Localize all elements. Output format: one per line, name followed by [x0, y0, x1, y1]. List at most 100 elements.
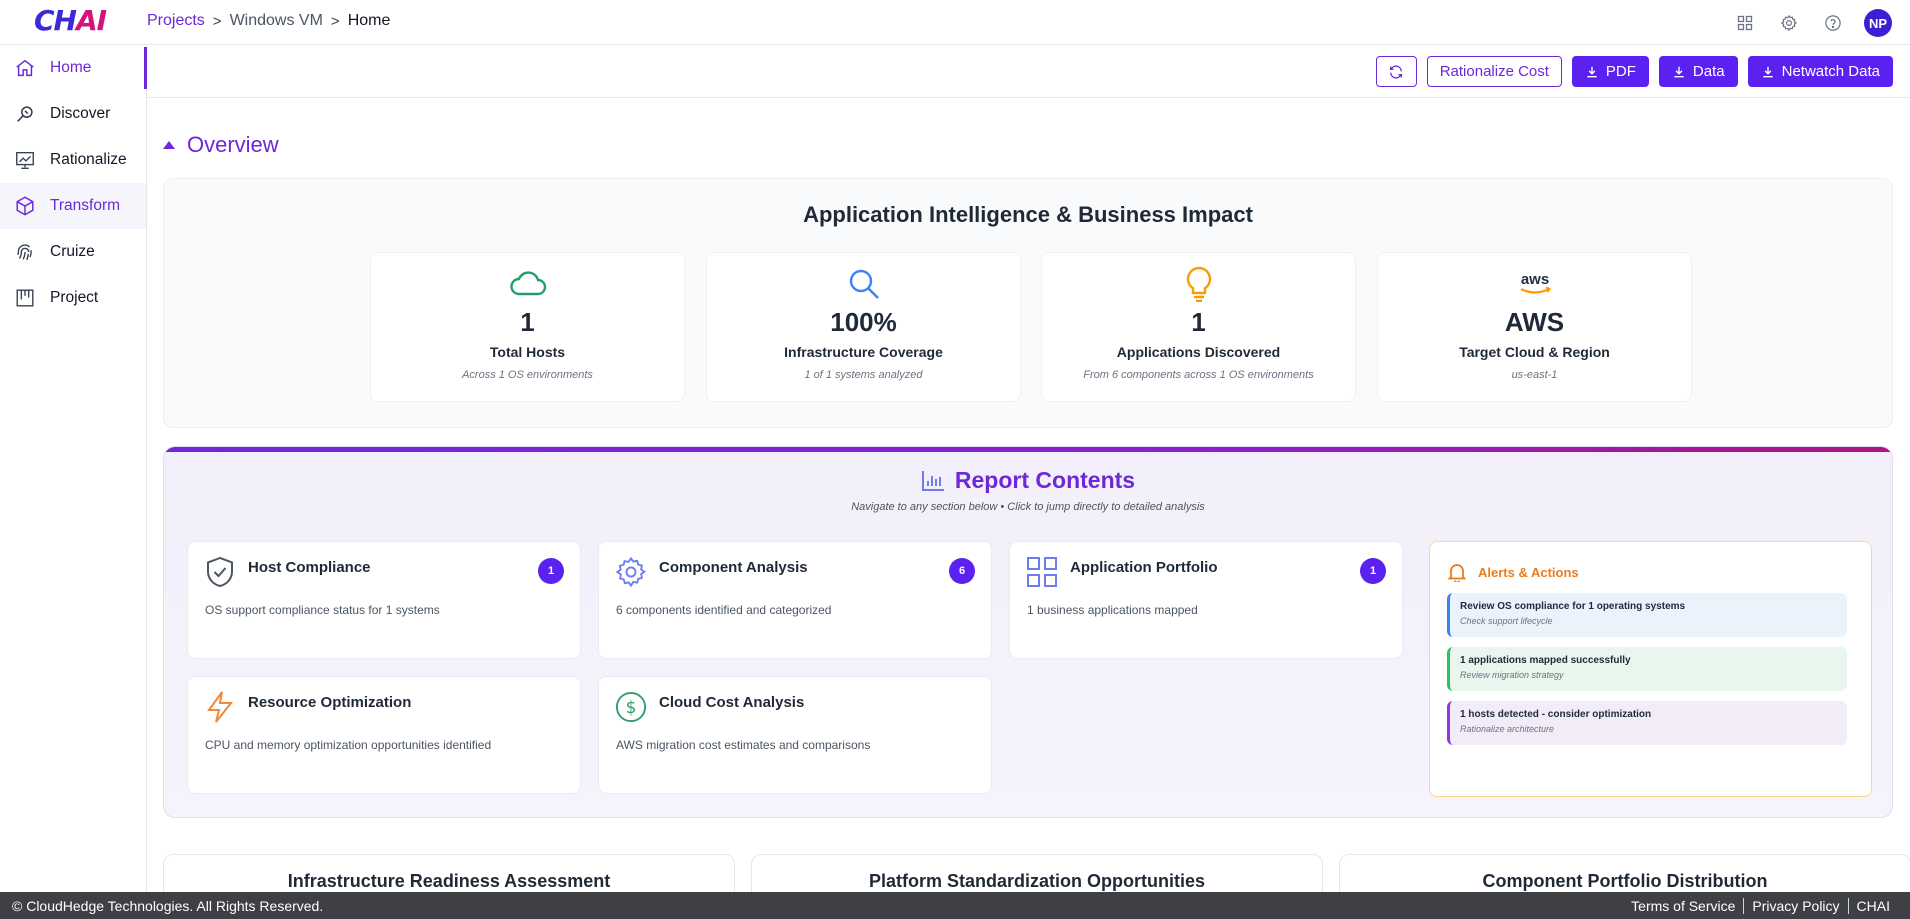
sidebar-item-label: Rationalize [50, 151, 127, 168]
sidebar-item-label: Project [50, 289, 99, 306]
user-avatar[interactable]: NP [1864, 9, 1892, 37]
alerts-actions-panel: Alerts & Actions Review OS compliance fo… [1429, 541, 1872, 797]
report-card-desc: 1 business applications mapped [1027, 603, 1198, 617]
alert-title: Review OS compliance for 1 operating sys… [1460, 601, 1686, 612]
data-download-button[interactable]: Data [1658, 56, 1738, 87]
section-title: Platform Standardization Opportunities [868, 871, 1205, 891]
grid-icon [1026, 556, 1058, 588]
report-card-desc: 6 components identified and categorized [616, 603, 832, 617]
help-icon[interactable] [1820, 10, 1846, 36]
search-icon [707, 267, 1020, 301]
privacy-link[interactable]: Privacy Policy [1744, 898, 1847, 914]
sidebar-item-project[interactable]: Project [0, 275, 146, 321]
breadcrumb: Projects > Windows VM > Home [147, 12, 390, 30]
caret-up-icon [163, 141, 175, 149]
aws-logo-icon: aws [1378, 267, 1691, 301]
sidebar-item-rationalize[interactable]: Rationalize [0, 137, 146, 183]
netwatch-download-button[interactable]: Netwatch Data [1747, 56, 1893, 87]
sidebar-item-transform[interactable]: Transform [0, 183, 146, 229]
component-portfolio-card: Component Portfolio Distribution [1339, 854, 1910, 892]
sidebar-item-label: Transform [50, 197, 121, 214]
chai-link[interactable]: CHAI [1849, 898, 1898, 914]
report-card-cloud-cost-analysis[interactable]: $ Cloud Cost Analysis AWS migration cost… [598, 676, 992, 794]
metric-target-cloud: aws AWS Target Cloud & Region us-east-1 [1377, 252, 1692, 402]
report-card-title: Application Portfolio [1070, 559, 1218, 576]
impact-panel: Application Intelligence & Business Impa… [163, 178, 1893, 428]
cloud-icon [371, 267, 684, 301]
chevron-right-icon: > [212, 12, 222, 30]
download-icon [1587, 66, 1597, 77]
report-title: Report Contents [164, 467, 1892, 494]
alert-item[interactable]: 1 hosts detected - consider optimization… [1447, 701, 1847, 745]
report-card-component-analysis[interactable]: Component Analysis 6 components identifi… [598, 541, 992, 659]
main-content: Overview Application Intelligence & Busi… [147, 98, 1910, 892]
metric-value: 100% [830, 307, 897, 337]
sidebar-item-cruize[interactable]: Cruize [0, 229, 146, 275]
report-card-desc: AWS migration cost estimates and compari… [616, 738, 871, 752]
metric-applications-discovered: 1 Applications Discovered From 6 compone… [1041, 252, 1356, 402]
breadcrumb-project[interactable]: Windows VM [230, 12, 323, 30]
sidebar-item-label: Home [50, 59, 92, 76]
alert-title: 1 applications mapped successfully [1460, 655, 1631, 666]
sidebar-item-home[interactable]: Home [0, 45, 147, 91]
breadcrumb-current: Home [347, 12, 391, 29]
grid-icon[interactable] [1732, 10, 1758, 36]
metric-subtext: us-east-1 [1511, 369, 1558, 381]
action-bar: Rationalize Cost PDF Data Netwatch Data [147, 46, 1910, 98]
refresh-icon [1390, 64, 1403, 79]
report-card-title: Cloud Cost Analysis [659, 694, 805, 711]
metric-label: Total Hosts [489, 344, 566, 360]
pdf-label: PDF [1605, 63, 1636, 80]
overview-toggle[interactable]: Overview [163, 132, 279, 158]
download-icon [1674, 66, 1684, 77]
cube-icon [14, 195, 36, 217]
refresh-button[interactable] [1375, 56, 1417, 87]
pdf-download-button[interactable]: PDF [1571, 56, 1649, 87]
alert-subtext: Rationalize architecture [1460, 724, 1555, 734]
chai-logo[interactable]: CHAI [34, 4, 107, 37]
count-badge: 6 [949, 558, 975, 584]
metric-subtext: 1 of 1 systems analyzed [804, 369, 923, 381]
count-badge: 1 [538, 558, 564, 584]
alert-subtext: Check support lifecycle [1460, 616, 1553, 626]
bar-chart-icon [921, 470, 944, 491]
report-card-application-portfolio[interactable]: Application Portfolio 1 business applica… [1009, 541, 1403, 659]
top-bar: CHAI Projects > Windows VM > Home NP [0, 0, 1910, 45]
alert-item[interactable]: Review OS compliance for 1 operating sys… [1447, 593, 1847, 637]
metric-label: Infrastructure Coverage [784, 344, 943, 360]
download-icon [1762, 66, 1773, 77]
metric-total-hosts: 1 Total Hosts Across 1 OS environments [370, 252, 685, 402]
report-card-title: Host Compliance [248, 559, 371, 576]
breadcrumb-projects[interactable]: Projects [147, 12, 205, 30]
report-accent-bar [164, 447, 1892, 452]
platform-standardization-card: Platform Standardization Opportunities [751, 854, 1323, 892]
copyright-text: © CloudHedge Technologies. All Rights Re… [12, 897, 324, 914]
section-title: Component Portfolio Distribution [1482, 871, 1768, 891]
report-card-host-compliance[interactable]: Host Compliance OS support compliance st… [187, 541, 581, 659]
report-title-text: Report Contents [954, 467, 1136, 493]
report-card-resource-optimization[interactable]: Resource Optimization CPU and memory opt… [187, 676, 581, 794]
sidebar-item-discover[interactable]: Discover [0, 91, 146, 137]
alert-subtext: Review migration strategy [1460, 670, 1564, 680]
report-card-desc: CPU and memory optimization opportunitie… [205, 738, 492, 752]
project-icon [14, 287, 36, 309]
alerts-header: Alerts & Actions [1448, 562, 1579, 582]
metric-label: Target Cloud & Region [1459, 344, 1610, 360]
gear-icon[interactable] [1776, 10, 1802, 36]
terms-link[interactable]: Terms of Service [1623, 898, 1743, 914]
metric-subtext: From 6 components across 1 OS environmen… [1083, 369, 1314, 381]
discover-icon [14, 103, 36, 125]
metric-label: Applications Discovered [1116, 344, 1281, 360]
rationalize-cost-button[interactable]: Rationalize Cost [1426, 56, 1562, 87]
metric-value: AWS [1504, 307, 1565, 337]
dollar-icon: $ [615, 691, 647, 723]
section-title: Infrastructure Readiness Assessment [287, 871, 611, 891]
alert-item[interactable]: 1 applications mapped successfully Revie… [1447, 647, 1847, 691]
bell-icon [1448, 564, 1466, 582]
lightbulb-icon [1042, 266, 1355, 302]
report-card-title: Resource Optimization [248, 694, 412, 711]
svg-text:aws: aws [1520, 271, 1548, 288]
metric-value: 1 [520, 307, 535, 337]
fingerprint-icon [14, 241, 36, 263]
report-card-desc: OS support compliance status for 1 syste… [205, 603, 440, 617]
